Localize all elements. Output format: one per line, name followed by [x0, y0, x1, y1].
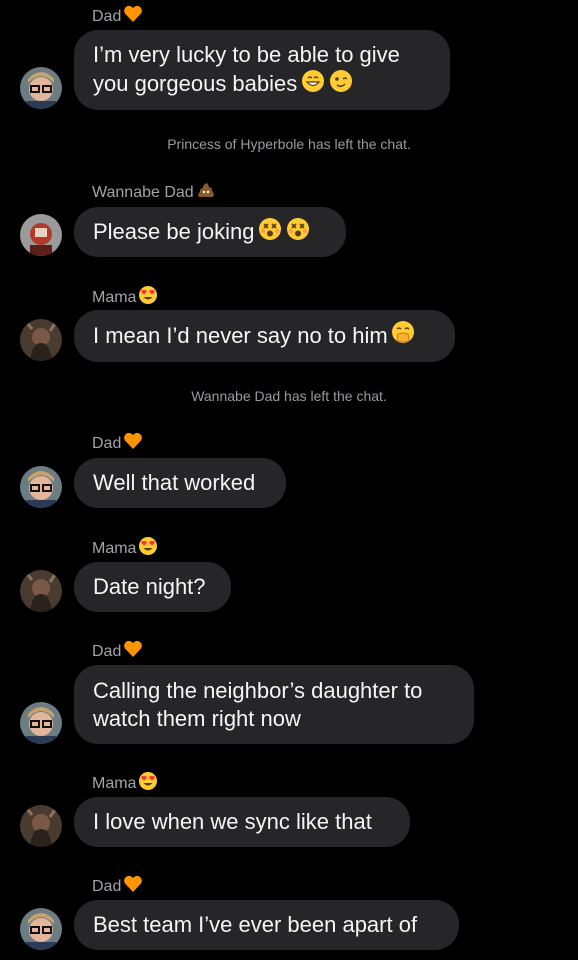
message-bubble[interactable]: Date night? — [74, 562, 231, 612]
message-text: Well that worked — [93, 470, 256, 495]
winking-face-icon — [329, 69, 353, 100]
sender-label: Dad — [92, 5, 143, 28]
message-text: Please be joking — [93, 219, 255, 244]
chat-thread: Dad I’m very lucky to be able to give yo… — [0, 0, 578, 960]
message-text: Date night? — [93, 574, 206, 599]
avatar[interactable] — [20, 570, 62, 612]
orange-heart-icon — [123, 875, 143, 898]
avatar[interactable] — [20, 319, 62, 361]
orange-heart-icon — [123, 640, 143, 663]
heart-eyes-icon — [138, 536, 158, 561]
message-line: Calling the neighbor’s daughter to — [93, 677, 423, 703]
sender-name: Mama — [92, 539, 137, 557]
sender-label: Mama — [92, 285, 158, 310]
avatar[interactable] — [20, 702, 62, 744]
avatar[interactable] — [20, 466, 62, 508]
heart-eyes-icon — [138, 285, 158, 310]
sender-name: Dad — [92, 434, 122, 452]
system-notice: Princess of Hyperbole has left the chat. — [167, 136, 411, 152]
message-text: Best team I’ve ever been apart of — [93, 912, 418, 937]
avatar[interactable] — [20, 214, 62, 256]
message-bubble[interactable]: Best team I’ve ever been apart of — [74, 900, 459, 950]
message-bubble[interactable]: I love when we sync like that — [74, 797, 410, 847]
sender-name: Mama — [92, 288, 137, 306]
message-text: I mean I’d never say no to him — [93, 323, 388, 348]
sender-label: Dad — [92, 640, 143, 663]
message-bubble[interactable]: I’m very lucky to be able to give you go… — [74, 30, 450, 110]
sender-label: Mama — [92, 536, 158, 561]
orange-heart-icon — [123, 432, 143, 455]
orange-heart-icon — [123, 5, 143, 28]
avatar[interactable] — [20, 67, 62, 109]
message-bubble[interactable]: Calling the neighbor’s daughter to watch… — [74, 665, 474, 744]
sender-name: Dad — [92, 642, 122, 660]
system-notice: Wannabe Dad has left the chat. — [191, 388, 387, 404]
sender-name: Wannabe Dad — [92, 183, 194, 201]
grinning-face-icon — [301, 69, 325, 100]
message-bubble[interactable]: Please be joking — [74, 207, 346, 257]
sender-name: Dad — [92, 877, 122, 895]
avatar[interactable] — [20, 908, 62, 950]
heart-eyes-icon — [138, 771, 158, 796]
dizzy-face-icon — [258, 217, 282, 248]
sender-label: Wannabe Dad — [92, 181, 216, 204]
avatar[interactable] — [20, 805, 62, 847]
hand-over-mouth-icon — [390, 320, 416, 353]
message-line: you gorgeous babies — [93, 71, 298, 96]
sender-label: Dad — [92, 875, 143, 898]
poop-icon — [196, 181, 216, 204]
sender-name: Mama — [92, 774, 137, 792]
sender-label: Dad — [92, 432, 143, 455]
message-bubble[interactable]: Well that worked — [74, 458, 286, 508]
message-bubble[interactable]: I mean I’d never say no to him — [74, 310, 455, 362]
sender-name: Dad — [92, 7, 122, 25]
message-text: I love when we sync like that — [93, 809, 372, 834]
message-line: I’m very lucky to be able to give — [93, 41, 400, 67]
dizzy-face-icon — [286, 217, 310, 248]
sender-label: Mama — [92, 771, 158, 796]
message-line: watch them right now — [93, 705, 301, 731]
